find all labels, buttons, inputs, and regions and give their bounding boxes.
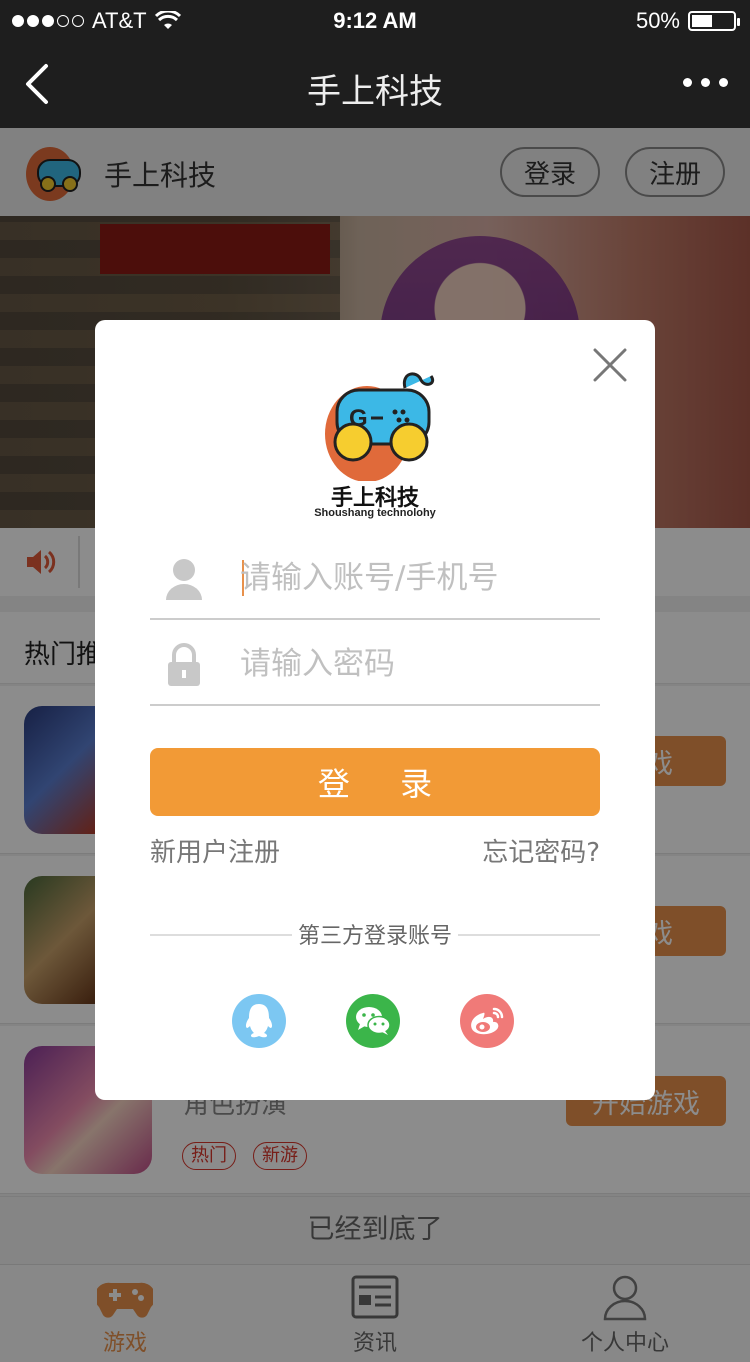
status-bar: AT&T 9:12 AM 50%: [0, 0, 750, 42]
third-party-title: 第三方登录账号: [291, 924, 458, 949]
password-field: [150, 620, 600, 706]
close-icon[interactable]: [589, 344, 631, 386]
brand-subtitle: Shoushang technolohy: [314, 507, 436, 519]
login-button[interactable]: 登 录: [150, 748, 600, 816]
forgot-password-link[interactable]: 忘记密码?: [482, 832, 600, 869]
register-link[interactable]: 新用户注册: [150, 832, 280, 869]
login-modal: G 手上科技 Shoushang technolohy 登 录 新用户注册 忘记…: [95, 320, 655, 1100]
password-input[interactable]: [240, 640, 590, 688]
nav-bar: 手上科技: [0, 42, 750, 128]
brand-logo: G: [325, 372, 435, 481]
wechat-icon: [356, 1007, 391, 1035]
logo-letter: G: [349, 405, 368, 432]
page-title: 手上科技: [307, 72, 443, 112]
battery-icon: [688, 11, 740, 31]
qq-icon: [245, 1004, 273, 1038]
wechat-login-button[interactable]: [346, 994, 400, 1048]
account-field: [150, 534, 600, 620]
user-icon: [166, 559, 202, 600]
lock-icon: [168, 643, 200, 686]
weibo-icon: [471, 1007, 504, 1035]
more-icon[interactable]: [683, 78, 728, 87]
battery-percent: 50%: [635, 8, 680, 33]
weibo-login-button[interactable]: [460, 994, 514, 1048]
account-input[interactable]: [240, 554, 590, 602]
qq-login-button[interactable]: [232, 994, 286, 1048]
